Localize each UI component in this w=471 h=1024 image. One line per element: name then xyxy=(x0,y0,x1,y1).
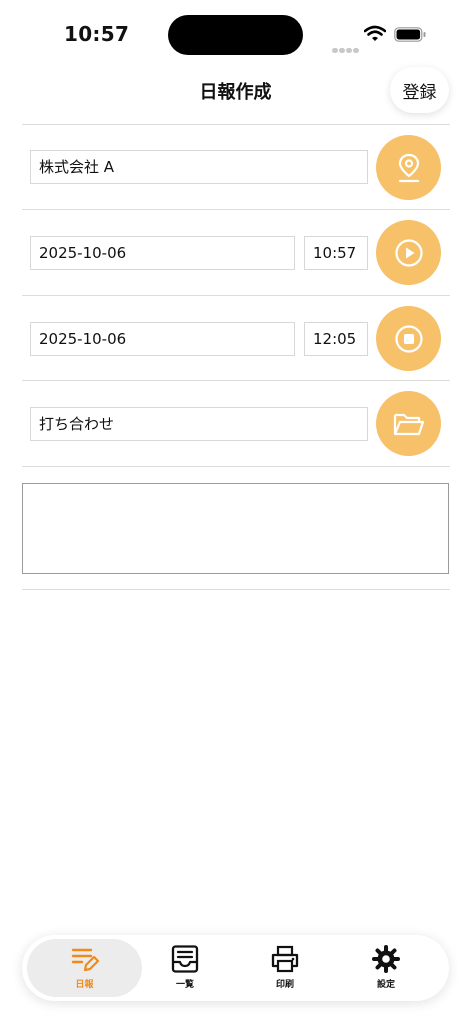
status-bar: 10:57 xyxy=(0,0,471,70)
tab-bar: 日報 一覧 印刷 設定 xyxy=(22,935,449,1001)
category-field[interactable]: 打ち合わせ xyxy=(30,407,368,441)
company-field[interactable]: 株式会社 A xyxy=(30,150,368,184)
start-button[interactable] xyxy=(376,220,441,285)
tab-label: 設定 xyxy=(376,980,395,990)
cellular-signal-icon xyxy=(332,38,360,57)
stop-icon xyxy=(394,324,423,353)
folder-button[interactable] xyxy=(376,391,441,456)
tab-settings[interactable]: 設定 xyxy=(333,935,439,1001)
location-pin-icon xyxy=(398,153,419,182)
tab-label: 印刷 xyxy=(275,980,294,990)
divider xyxy=(22,124,450,125)
start-time-field[interactable]: 10:57 xyxy=(304,236,368,270)
tab-list[interactable]: 一覧 xyxy=(132,935,238,1001)
divider xyxy=(22,295,450,296)
folder-open-icon xyxy=(393,413,424,435)
notes-textarea[interactable] xyxy=(22,483,449,574)
edit-list-icon xyxy=(71,948,99,972)
battery-icon xyxy=(394,27,426,42)
wifi-icon xyxy=(364,25,386,41)
stop-button[interactable] xyxy=(376,306,441,371)
tab-label: 一覧 xyxy=(175,980,194,990)
status-time: 10:57 xyxy=(64,22,130,46)
tab-print[interactable]: 印刷 xyxy=(232,935,338,1001)
register-button[interactable]: 登録 xyxy=(390,67,449,113)
end-date-field[interactable]: 2025-10-06 xyxy=(30,322,295,356)
tab-daily-report[interactable]: 日報 xyxy=(27,939,142,997)
dynamic-island xyxy=(168,15,303,55)
play-icon xyxy=(394,238,423,267)
divider xyxy=(22,589,450,590)
tab-label: 日報 xyxy=(75,980,94,990)
start-date-field[interactable]: 2025-10-06 xyxy=(30,236,295,270)
divider xyxy=(22,380,450,381)
gear-icon xyxy=(372,945,400,973)
divider xyxy=(22,466,450,467)
inbox-icon xyxy=(171,945,199,973)
divider xyxy=(22,209,450,210)
location-button[interactable] xyxy=(376,135,441,200)
printer-icon xyxy=(271,945,299,973)
end-time-field[interactable]: 12:05 xyxy=(304,322,368,356)
